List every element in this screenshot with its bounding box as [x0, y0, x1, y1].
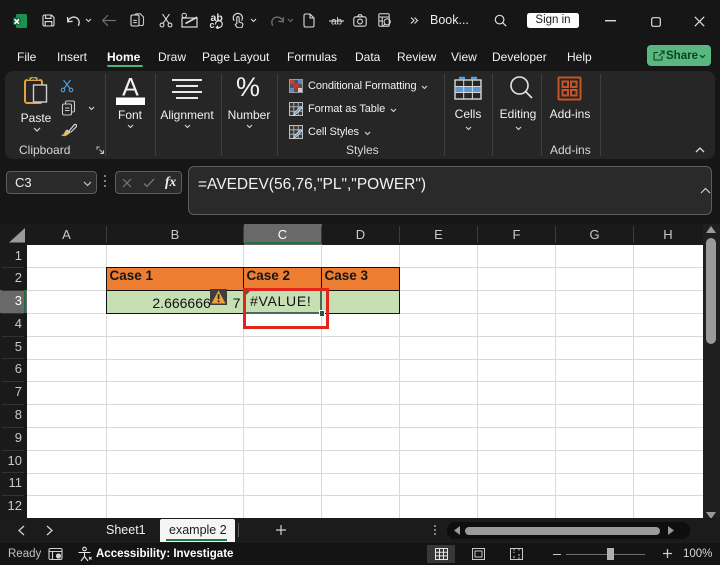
svg-text:c: c: [210, 20, 215, 29]
svg-text:ab: ab: [331, 17, 343, 28]
